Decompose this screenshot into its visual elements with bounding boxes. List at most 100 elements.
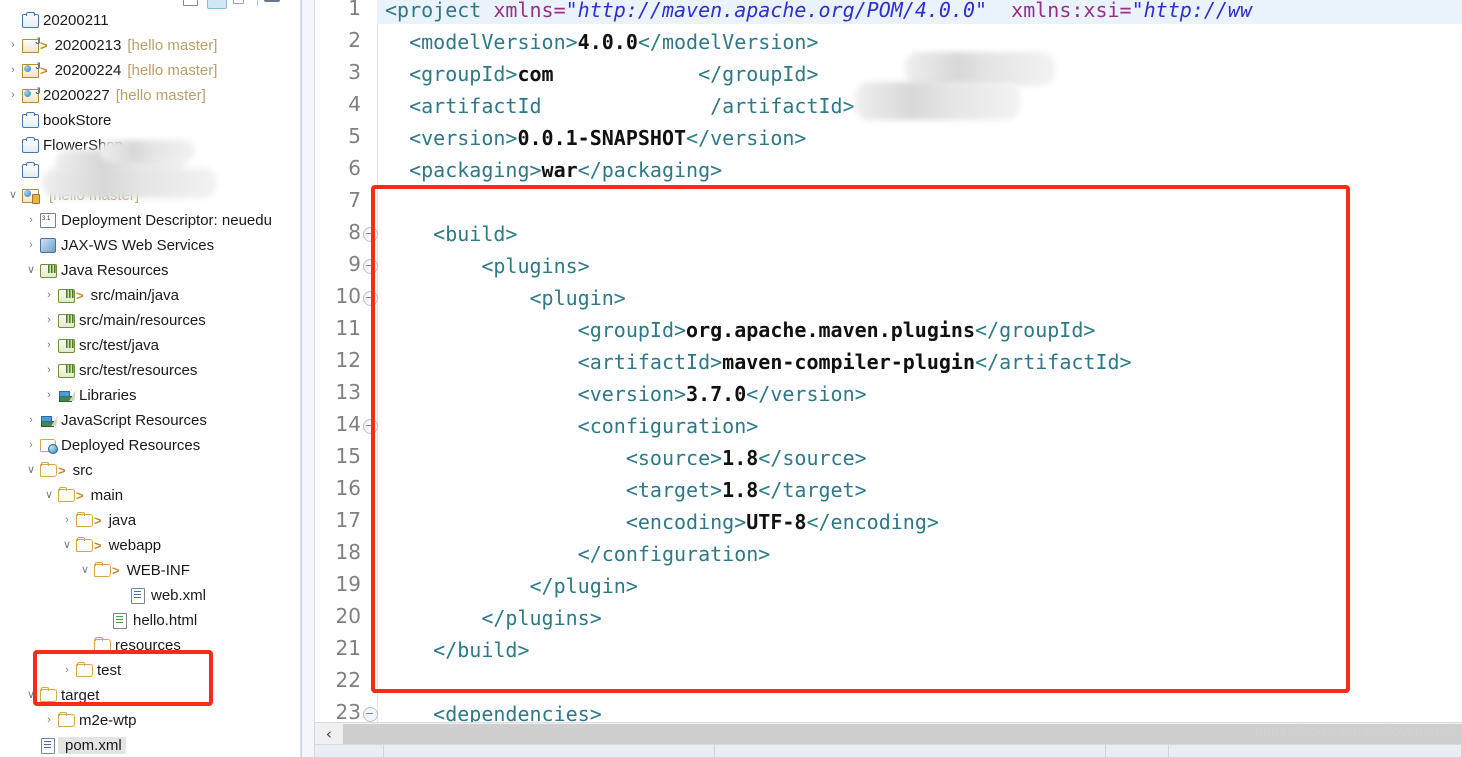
code-token: </groupId> [698, 62, 819, 86]
tree-item-main[interactable]: ∨ > main [0, 483, 300, 508]
minimize-icon[interactable] [288, 0, 300, 8]
chevron-down-icon[interactable]: ∨ [42, 490, 56, 501]
tree-item-deployed-resources[interactable]: › Deployed Resources [0, 433, 300, 458]
tree-item-m2e-wtp[interactable]: › m2e-wtp [0, 708, 300, 733]
new-file-icon[interactable] [233, 0, 251, 8]
tree-item-src-main-resources[interactable]: › src/main/resources [0, 308, 300, 333]
chevron-right-icon[interactable]: › [42, 290, 56, 301]
code-line[interactable]: <groupId>com </groupId> [385, 58, 819, 90]
tree-item-20200224[interactable]: › >20200224 [hello master] [0, 58, 300, 83]
tree-item-src-main-java[interactable]: › > src/main/java [0, 283, 300, 308]
tree-item-bookstore[interactable]: bookStore [0, 108, 300, 133]
chevron-down-icon[interactable]: ∨ [24, 690, 38, 701]
project-tree[interactable]: 20200211 › >20200213 [hello master] › >202002… [0, 8, 300, 757]
tree-item-javascript-resources[interactable]: › JavaScript Resources [0, 408, 300, 433]
chevron-down-icon[interactable]: ∨ [24, 265, 38, 276]
tree-item-webapp[interactable]: ∨ > webapp [0, 533, 300, 558]
code-fold-toggle-icon[interactable] [363, 259, 378, 274]
chevron-right-icon[interactable]: › [6, 65, 20, 76]
chevron-right-icon[interactable]: › [24, 440, 38, 451]
chevron-right-icon[interactable]: › [42, 365, 56, 376]
chevron-down-icon[interactable]: ∨ [24, 465, 38, 476]
code-line[interactable]: <source>1.8</source> [385, 442, 867, 474]
git-branch-label: [hello master] [115, 87, 206, 104]
chevron-right-icon[interactable]: › [42, 390, 56, 401]
view-menu-icon[interactable] [264, 0, 282, 8]
collapse-all-icon[interactable] [183, 0, 201, 8]
folder-open-icon [56, 487, 76, 502]
code-line[interactable]: </plugins> [385, 602, 601, 634]
code-fold-toggle-icon[interactable] [363, 291, 378, 306]
tree-item-label-wrap: > src/main/java [76, 287, 179, 304]
tree-item-hello-html[interactable]: hello.html [0, 608, 300, 633]
tree-item-pom-xml[interactable]: pom.xml [0, 733, 300, 757]
code-line[interactable]: </configuration> [385, 538, 771, 570]
chevron-right-icon[interactable]: › [42, 715, 56, 726]
tree-item-label-wrap: Deployed Resources [58, 437, 200, 454]
xml-editor[interactable]: 1 <project xmlns="http://maven.apache.org… [315, 0, 1462, 757]
tree-item-label-wrap: > src [58, 462, 93, 479]
chevron-right-icon[interactable]: › [6, 40, 20, 51]
code-line[interactable]: <packaging>war</packaging> [385, 154, 722, 186]
code-line[interactable]: </build> [385, 634, 529, 666]
tree-item-deployment-descriptor-neuedu[interactable]: › Deployment Descriptor: neuedu [0, 208, 300, 233]
xml-file-icon [38, 737, 58, 754]
chevron-right-icon[interactable]: › [60, 665, 74, 676]
tree-item-java[interactable]: › > java [0, 508, 300, 533]
folder-open-icon [92, 562, 112, 577]
code-line[interactable]: </plugin> [385, 570, 637, 602]
code-line[interactable]: <plugin> [385, 282, 625, 314]
tree-item-20200211[interactable]: 20200211 [0, 8, 300, 33]
code-fold-toggle-icon[interactable] [363, 707, 378, 722]
code-line[interactable]: <artifactId /artifactId> [385, 90, 855, 122]
code-line[interactable]: <plugins> [385, 250, 589, 282]
chevron-right-icon[interactable]: › [24, 215, 38, 226]
chevron-right-icon[interactable]: › [60, 515, 74, 526]
dirty-marker-icon: > [76, 288, 84, 303]
line-number: 12 [335, 348, 361, 372]
chevron-down-icon[interactable]: ∨ [78, 565, 92, 576]
code-token: <artifactId> [385, 350, 723, 374]
code-line[interactable]: <project xmlns="http://maven.apache.org/… [385, 0, 1252, 26]
tree-item-resources[interactable]: resources [0, 633, 300, 658]
chevron-right-icon[interactable]: › [6, 90, 20, 101]
code-line[interactable]: <encoding>UTF-8</encoding> [385, 506, 939, 538]
chevron-right-icon[interactable]: › [42, 340, 56, 351]
chevron-down-icon[interactable]: ∨ [6, 190, 20, 201]
tree-item-label-wrap: web.xml [148, 587, 206, 604]
tree-item-test[interactable]: › test [0, 658, 300, 683]
code-line[interactable]: <artifactId>maven-compiler-plugin</artif… [385, 346, 1132, 378]
tree-item-src-test-java[interactable]: › src/test/java [0, 333, 300, 358]
tree-item-target[interactable]: ∨ target [0, 683, 300, 708]
code-line[interactable]: <configuration> [385, 410, 759, 442]
tree-item-java-resources[interactable]: ∨ Java Resources [0, 258, 300, 283]
code-line[interactable]: <build> [385, 218, 517, 250]
code-token: 3.7.0 [686, 382, 747, 406]
code-line[interactable]: <version>3.7.0</version> [385, 378, 867, 410]
explorer-editor-splitter[interactable] [301, 0, 315, 757]
chevron-down-icon[interactable]: ∨ [60, 540, 74, 551]
chevron-right-icon[interactable]: › [42, 315, 56, 326]
code-line[interactable]: <modelVersion>4.0.0</modelVersion> [385, 26, 818, 58]
code-token: </groupId> [975, 318, 1096, 342]
code-token: 4.0.0 [577, 30, 638, 54]
chevron-right-icon[interactable]: › [24, 240, 38, 251]
code-line[interactable]: <groupId>org.apache.maven.plugins</group… [385, 314, 1096, 346]
code-line[interactable]: <target>1.8</target> [385, 474, 867, 506]
code-line[interactable]: <version>0.0.1-SNAPSHOT</version> [385, 122, 806, 154]
code-fold-toggle-icon[interactable] [363, 227, 378, 242]
chevron-right-icon[interactable]: › [24, 415, 38, 426]
tree-item-20200213[interactable]: › >20200213 [hello master] [0, 33, 300, 58]
code-token: "http://maven.apache.org/POM/4.0.0" [565, 0, 1012, 22]
tree-item-libraries[interactable]: › Libraries [0, 383, 300, 408]
scroll-left-arrow-icon[interactable]: ‹ [315, 723, 343, 745]
tree-item-src-test-resources[interactable]: › src/test/resources [0, 358, 300, 383]
tree-item-web-inf[interactable]: ∨ > WEB-INF [0, 558, 300, 583]
tree-item-20200227[interactable]: › 20200227 [hello master] [0, 83, 300, 108]
tree-item-web-xml[interactable]: web.xml [0, 583, 300, 608]
tree-item-jax-ws-web-services[interactable]: › JAX-WS Web Services [0, 233, 300, 258]
status-bar [315, 744, 1462, 757]
tree-item-src[interactable]: ∨ > src [0, 458, 300, 483]
dirty-marker-icon: > [58, 463, 66, 478]
code-fold-toggle-icon[interactable] [363, 419, 378, 434]
